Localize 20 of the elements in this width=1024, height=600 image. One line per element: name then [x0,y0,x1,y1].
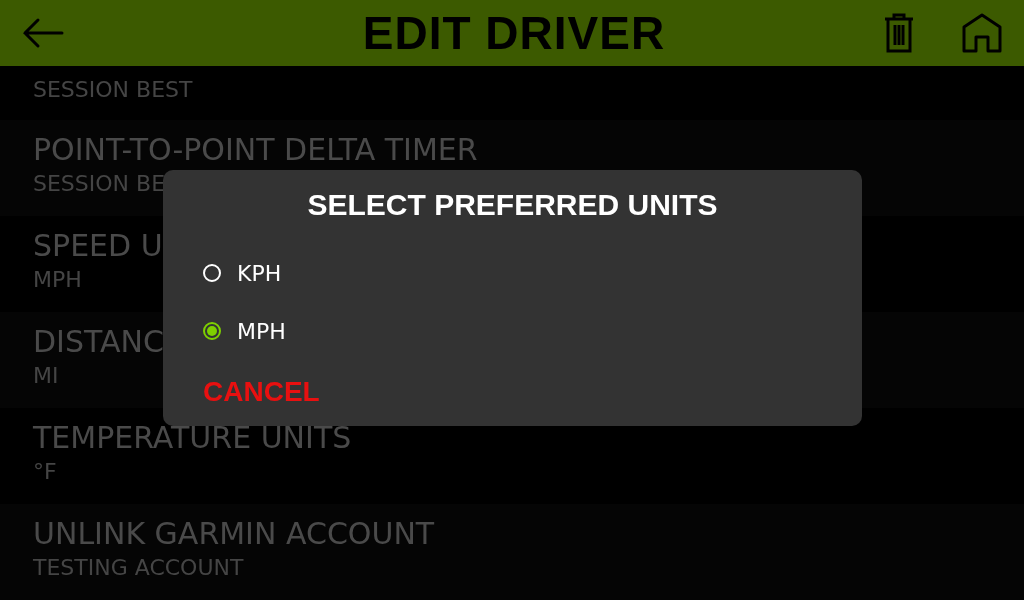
option-label[interactable]: MPH [237,318,286,344]
back-arrow-icon[interactable] [22,17,64,49]
radio-button[interactable] [203,322,221,340]
setting-value: °F [33,458,57,486]
setting-value: SESSION BEST [33,76,193,104]
page-title: EDIT DRIVER [361,6,667,60]
trash-icon[interactable] [884,13,914,53]
setting-title: SPEED U [33,228,163,264]
setting-title: POINT-TO-POINT DELTA TIMER [33,132,478,168]
setting-value: MI [33,362,59,390]
setting-title: TEMPERATURE UNITS [33,420,352,456]
setting-value: SESSION BE [33,170,166,198]
option-label[interactable]: KPH [237,260,282,286]
cancel-button[interactable]: CANCEL [203,376,320,408]
setting-value: TESTING ACCOUNT [33,554,244,582]
home-icon[interactable] [962,13,1002,53]
setting-value: MPH [33,266,82,294]
setting-title: DISTANC [33,324,164,360]
settings-row[interactable]: UNLINK GARMIN ACCOUNT TESTING ACCOUNT [0,504,1024,600]
setting-title: UNLINK GARMIN ACCOUNT [33,516,435,552]
